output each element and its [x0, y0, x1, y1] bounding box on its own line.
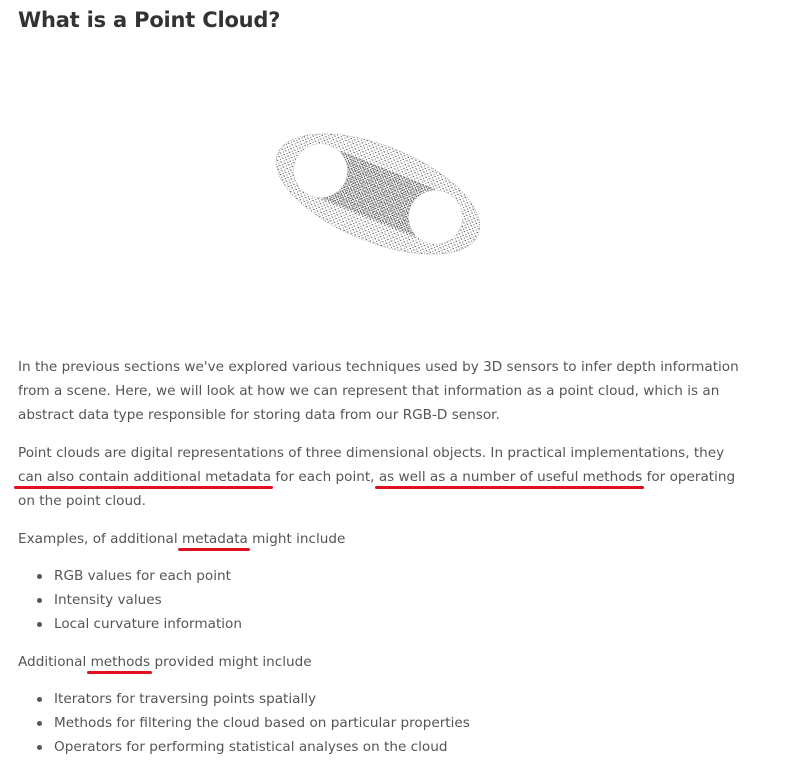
point-cloud-figure — [275, 133, 481, 255]
text-span: Additional — [18, 654, 91, 670]
list-item: Iterators for traversing points spatiall… — [18, 687, 470, 711]
list-item-label: Operators for performing statistical ana… — [54, 739, 448, 755]
bullet-icon — [37, 574, 42, 579]
underlined-metadata-phrase: can also contain additional metadata — [18, 469, 272, 485]
methods-list: Iterators for traversing points spatiall… — [18, 687, 470, 759]
list-item: Operators for performing statistical ana… — [18, 735, 470, 759]
metadata-list: RGB values for each point Intensity valu… — [18, 564, 242, 636]
bullet-icon — [37, 697, 42, 702]
text-span: Examples, of additional — [18, 531, 182, 547]
list-item-label: RGB values for each point — [54, 568, 231, 584]
list-item-label: Iterators for traversing points spatiall… — [54, 691, 317, 707]
underlined-methods-word: methods — [90, 654, 151, 670]
bullet-icon — [37, 745, 42, 750]
text-span: might include — [247, 531, 346, 547]
bullet-icon — [37, 598, 42, 603]
list-item: RGB values for each point — [18, 564, 242, 588]
text-span: for each point, — [271, 469, 379, 485]
methods-intro-paragraph: Additional methods provided might includ… — [18, 650, 743, 674]
intro-paragraph: In the previous sections we've explored … — [18, 359, 739, 423]
list-item-label: Local curvature information — [54, 616, 242, 632]
metadata-intro-paragraph: Examples, of additional metadata might i… — [18, 527, 743, 551]
list-item: Local curvature information — [18, 612, 242, 636]
list-item: Methods for filtering the cloud based on… — [18, 711, 470, 735]
bullet-icon — [37, 721, 42, 726]
text-span: Point clouds are digital representations… — [18, 445, 725, 461]
underlined-methods-phrase: as well as a number of useful methods — [378, 469, 643, 485]
list-item: Intensity values — [18, 588, 242, 612]
underlined-metadata-word: metadata — [181, 531, 248, 547]
point-cloud-definition-paragraph: Point clouds are digital representations… — [18, 441, 743, 513]
page-title: What is a Point Cloud? — [18, 8, 281, 32]
text-span: provided might include — [150, 654, 312, 670]
bullet-icon — [37, 622, 42, 627]
list-item-label: Methods for filtering the cloud based on… — [54, 715, 470, 731]
list-item-label: Intensity values — [54, 592, 162, 608]
